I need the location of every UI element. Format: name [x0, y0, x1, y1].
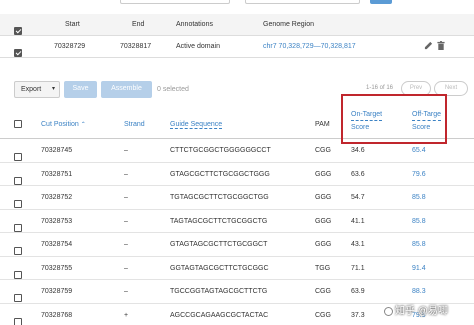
- pam: GGG: [315, 170, 332, 178]
- row-checkbox[interactable]: [14, 270, 22, 279]
- assemble-button[interactable]: Assemble: [101, 81, 152, 98]
- row-checkbox[interactable]: [14, 247, 22, 255]
- on-target-score: 37.3: [351, 311, 365, 319]
- export-button[interactable]: Export ▾: [14, 81, 60, 98]
- export-label: Export: [21, 86, 42, 93]
- highlight-box: [341, 94, 447, 144]
- pam: TGG: [315, 264, 331, 272]
- guide-sequence: GTAGCGCTTCTGCGGCTGGG: [170, 170, 270, 178]
- header-pam: PAM: [315, 121, 330, 128]
- strand: –: [124, 194, 128, 201]
- table-row[interactable]: 70328759 – TGCCGGTAGTAGCGCTTCTG CGG 63.9 88.3: [0, 280, 474, 304]
- on-target-score: 63.6: [351, 170, 365, 178]
- guide-sequence: GTAGTAGCGCTTCTGCGGCT: [170, 241, 268, 248]
- strand: +: [124, 311, 129, 319]
- cut-position: 70328751: [41, 170, 73, 178]
- header-guide-sequence[interactable]: Guide Sequence: [170, 121, 223, 129]
- edit-icon[interactable]: [424, 41, 433, 52]
- delete-icon[interactable]: [437, 41, 445, 52]
- table-row[interactable]: 70328752 – TGTAGCGCTTCTGCGGCTGG GGG 54.7 85.8: [0, 186, 474, 210]
- region-row-checkbox[interactable]: [14, 49, 22, 57]
- selected-count: 0 selected: [157, 86, 189, 93]
- cut-position: 70328745: [41, 147, 73, 154]
- cut-position: 70328752: [41, 194, 73, 201]
- off-target-score[interactable]: 65.4: [412, 147, 426, 154]
- guide-sequence: TGTAGCGCTTCTGCGGCTGG: [170, 194, 269, 201]
- save-button[interactable]: Save: [64, 81, 97, 98]
- guides-select-all-checkbox[interactable]: [14, 120, 22, 128]
- strand: –: [124, 170, 128, 178]
- table-row[interactable]: 70328751 – GTAGCGCTTCTGCGGCTGGG GGG 63.6 79.6: [0, 163, 474, 186]
- region-table-header: Start End Annotations Genome Region: [0, 14, 474, 36]
- pam: GGG: [315, 217, 332, 225]
- page-info: 1-16 of 16: [366, 85, 394, 91]
- guide-sequence: TAGTAGCGCTTCTGCGGCTG: [170, 217, 268, 225]
- table-row[interactable]: 70328753 – TAGTAGCGCTTCTGCGGCTG GGG 41.1 85.8: [0, 210, 474, 233]
- table-row[interactable]: 70328755 – GGTAGTAGCGCTTCTGCGGC TGG 71.1 91.4: [0, 257, 474, 280]
- on-target-score: 63.9: [351, 288, 365, 295]
- cut-position: 70328768: [41, 311, 73, 319]
- cut-position: 70328755: [41, 264, 73, 272]
- strand: –: [124, 264, 128, 272]
- off-target-score[interactable]: 85.8: [412, 241, 426, 248]
- pam: CGG: [315, 311, 331, 319]
- row-checkbox[interactable]: [14, 317, 22, 325]
- region-annotation: Active domain: [176, 43, 220, 50]
- cut-position: 70328753: [41, 217, 73, 225]
- region-select-all-checkbox[interactable]: [14, 27, 22, 35]
- off-target-score[interactable]: 88.3: [412, 288, 426, 295]
- row-checkbox[interactable]: [14, 294, 22, 302]
- strand: –: [124, 147, 128, 154]
- top-action-button[interactable]: [370, 0, 392, 4]
- top-input-left[interactable]: [120, 0, 230, 4]
- watermark: 知乎 @易唧: [384, 302, 448, 317]
- on-target-score: 54.7: [351, 194, 365, 201]
- top-input-right[interactable]: [245, 0, 360, 4]
- header-strand[interactable]: Strand: [124, 121, 145, 128]
- strand: –: [124, 217, 128, 225]
- region-start: 70328729: [54, 43, 86, 50]
- genome-region-link[interactable]: chr7 70,328,729—70,328,817: [263, 43, 356, 50]
- pam: CGG: [315, 147, 331, 154]
- sort-asc-icon: ⌃: [80, 122, 86, 128]
- region-header-genome-region: Genome Region: [263, 21, 314, 28]
- guide-sequence: AGCCGCAGAAGCGCTACTAC: [170, 311, 269, 319]
- region-header-end: End: [132, 21, 145, 28]
- watermark-logo-icon: [384, 306, 393, 316]
- top-controls: [0, 0, 474, 8]
- row-checkbox[interactable]: [14, 200, 22, 208]
- region-end: 70328817: [120, 43, 152, 50]
- row-checkbox[interactable]: [14, 153, 22, 161]
- off-target-score[interactable]: 85.8: [412, 218, 426, 225]
- on-target-score: 71.1: [351, 264, 365, 272]
- cut-position: 70328759: [41, 288, 73, 295]
- off-target-score[interactable]: 79.6: [412, 171, 426, 178]
- region-header-start: Start: [65, 21, 80, 28]
- guide-sequence: TGCCGGTAGTAGCGCTTCTG: [170, 288, 268, 295]
- pam: CGG: [315, 288, 331, 295]
- on-target-score: 43.1: [351, 241, 365, 248]
- row-checkbox[interactable]: [14, 176, 22, 185]
- off-target-score[interactable]: 85.8: [412, 194, 426, 201]
- header-cut-position[interactable]: Cut Position ⌃: [41, 121, 86, 128]
- on-target-score: 41.1: [351, 217, 365, 225]
- strand: –: [124, 288, 128, 295]
- chevron-down-icon: ▾: [52, 86, 56, 92]
- cut-position: 70328754: [41, 241, 73, 248]
- row-checkbox[interactable]: [14, 223, 22, 232]
- region-header-annotations: Annotations: [176, 21, 213, 28]
- table-row[interactable]: 70328754 – GTAGTAGCGCTTCTGCGGCT GGG 43.1 85.8: [0, 233, 474, 257]
- pam: GGG: [315, 241, 332, 248]
- region-row: 70328729 70328817 Active domain chr7 70,…: [0, 36, 474, 58]
- strand: –: [124, 241, 128, 248]
- guide-sequence: GGTAGTAGCGCTTCTGCGGC: [170, 264, 269, 272]
- pam: GGG: [315, 194, 332, 201]
- on-target-score: 34.6: [351, 147, 365, 154]
- off-target-score[interactable]: 91.4: [412, 265, 426, 272]
- guide-sequence: CTTCTGCGGCTGGGGGGCCT: [170, 147, 271, 154]
